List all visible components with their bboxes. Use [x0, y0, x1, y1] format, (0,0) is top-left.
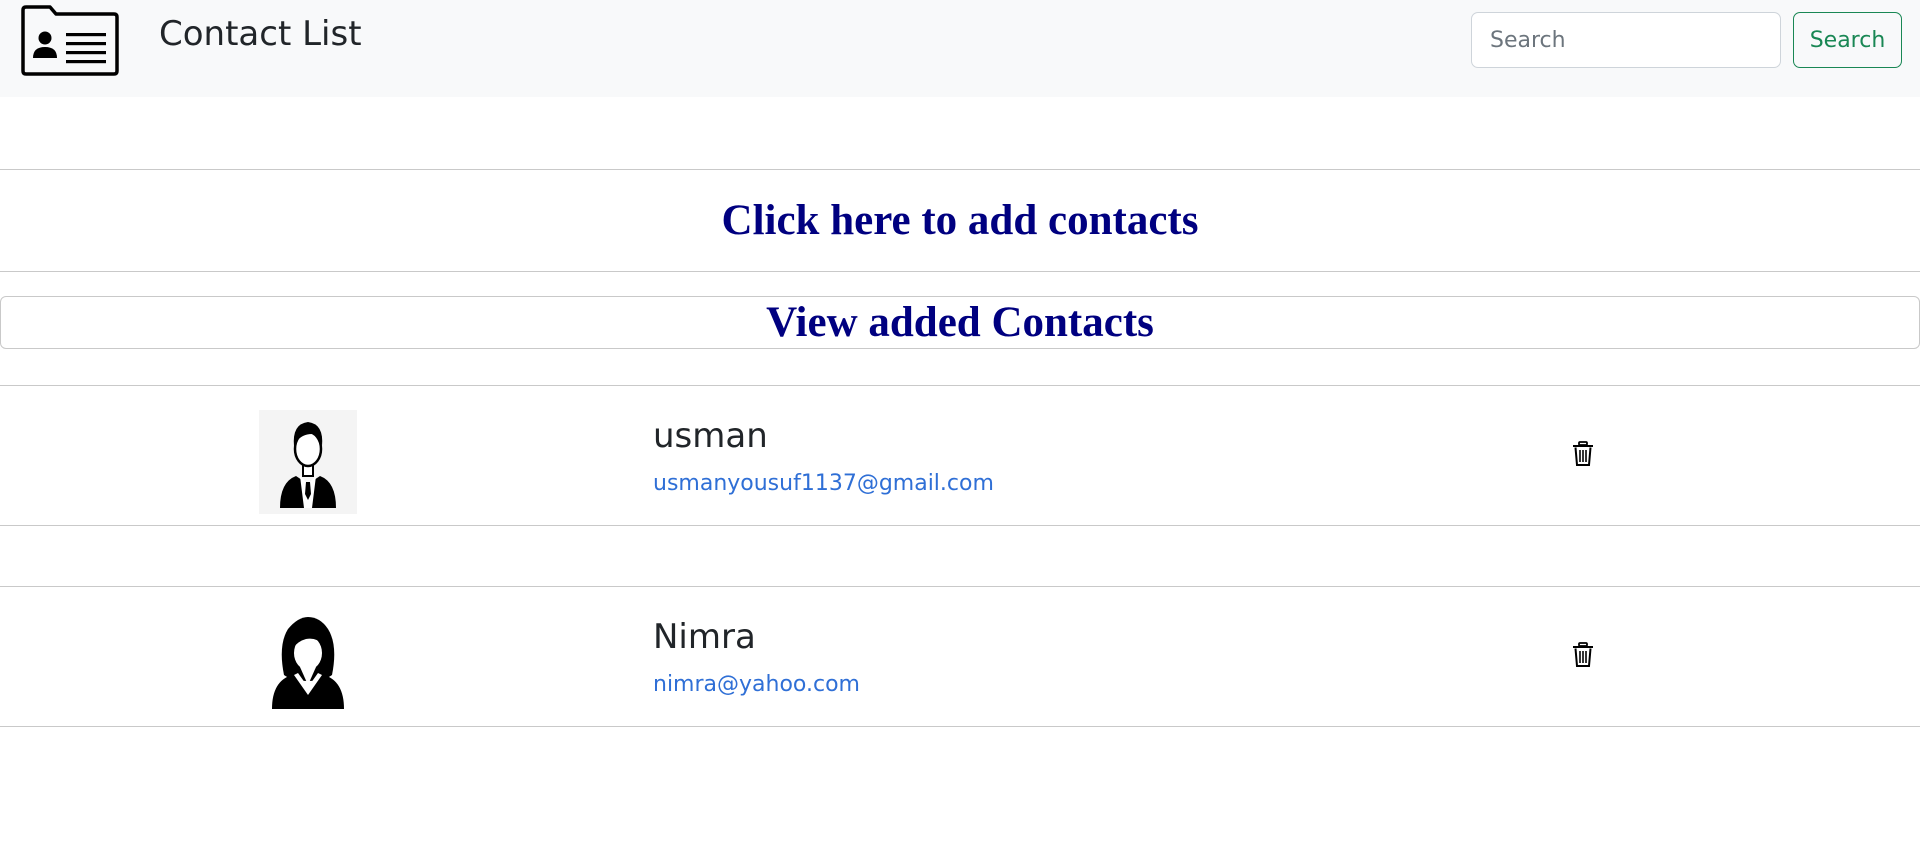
- divider: [0, 525, 1920, 526]
- contact-email-link[interactable]: usmanyousuf1137@gmail.com: [653, 471, 994, 496]
- search-button[interactable]: Search: [1793, 12, 1902, 68]
- navbar: Contact List Search: [0, 0, 1920, 97]
- contact-name: Nimra: [653, 617, 756, 657]
- contact-avatar: [259, 611, 357, 715]
- contact-avatar: [259, 410, 357, 514]
- contact-name: usman: [653, 416, 768, 456]
- add-contacts-link[interactable]: Click here to add contacts: [0, 170, 1920, 270]
- divider: [0, 271, 1920, 272]
- female-avatar-icon: [272, 617, 344, 709]
- search-input[interactable]: [1471, 12, 1781, 68]
- app-title[interactable]: Contact List: [159, 14, 362, 54]
- male-avatar-icon: [280, 422, 336, 508]
- view-contacts-button[interactable]: View added Contacts: [0, 296, 1920, 349]
- contact-row: Nimra nimra@yahoo.com: [0, 587, 1920, 727]
- delete-contact-button[interactable]: [1568, 438, 1598, 470]
- contact-email-link[interactable]: nimra@yahoo.com: [653, 672, 860, 697]
- delete-contact-button[interactable]: [1568, 639, 1598, 671]
- divider: [0, 726, 1920, 727]
- trash-icon: [1573, 441, 1593, 466]
- contact-card-icon[interactable]: [20, 4, 120, 77]
- contact-row: usman usmanyousuf1137@gmail.com: [0, 386, 1920, 526]
- trash-icon: [1573, 642, 1593, 667]
